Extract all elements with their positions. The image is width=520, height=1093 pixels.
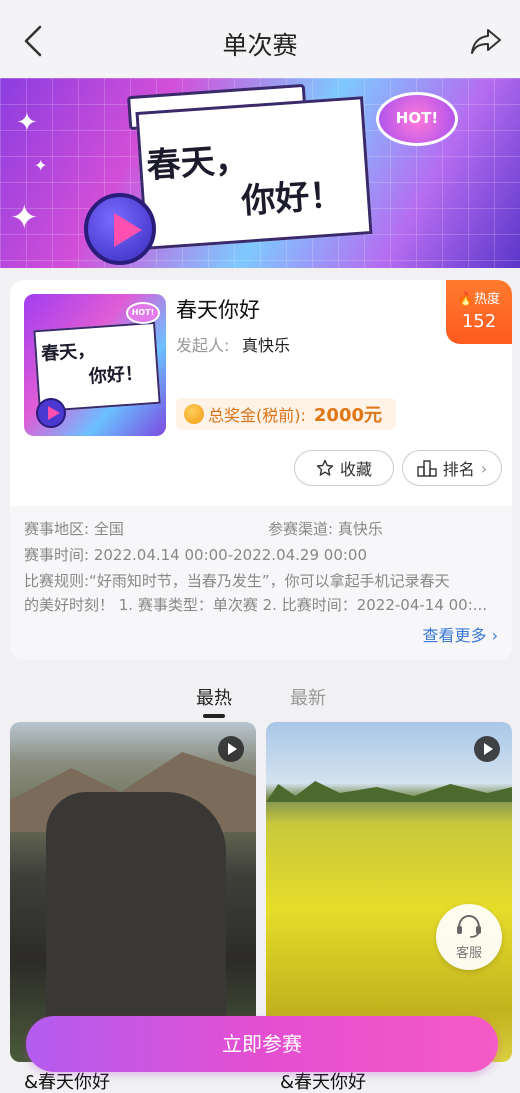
event-title: 春天你好 (176, 298, 260, 322)
thumbnail-headline: 春天， 你好！ (40, 334, 153, 394)
time-row: 赛事时间: 2022.04.14 00:00-2022.04.29 00:00 (24, 544, 367, 565)
join-now-button[interactable]: 立即参赛 (26, 1016, 498, 1072)
heat-badge: 🔥热度 152 (446, 280, 512, 344)
prize-pill: 总奖金(税前): 2000元 (176, 398, 396, 430)
hot-badge-label: HOT! (395, 109, 439, 127)
heat-label-text: 热度 (474, 292, 501, 307)
region-label: 赛事地区: (24, 520, 90, 538)
time-value: 2022.04.14 00:00-2022.04.29 00:00 (93, 546, 368, 564)
podium-icon (417, 460, 437, 477)
heat-value: 152 (461, 311, 497, 332)
share-icon[interactable] (470, 26, 502, 56)
rules-line-1: 比赛规则:“好雨知时节，当春乃发生”，你可以拿起手机记录春天 (24, 572, 450, 590)
time-label: 赛事时间: (24, 546, 90, 564)
headset-icon (457, 914, 481, 938)
channel-value: 真快乐 (337, 520, 383, 538)
feed-item[interactable] (266, 722, 512, 1062)
ranking-button[interactable]: 排名 › (402, 450, 502, 486)
event-info-card: 春天， 你好！ HOT! 春天你好 发起人: 真快乐 🔥热度 152 总奖金(税… (10, 280, 512, 660)
rock-shape (46, 792, 226, 1042)
hot-badge: HOT! (376, 92, 458, 146)
view-more-link[interactable]: 查看更多 › (422, 622, 498, 646)
heat-label: 🔥热度 (446, 280, 512, 307)
customer-service-button[interactable]: 客服 (436, 904, 502, 970)
feed-tabs: 最热 最新 (0, 680, 520, 720)
sparkle-icon: ✦ (16, 108, 38, 138)
chevron-right-icon: › (480, 458, 488, 478)
ranking-label: 排名 (442, 460, 475, 479)
tab-latest[interactable]: 最新 (290, 684, 326, 710)
customer-service-label: 客服 (455, 946, 482, 961)
channel-label: 参赛渠道: (268, 520, 334, 538)
top-bar: 单次赛 (0, 0, 520, 78)
chevron-right-icon: › (491, 626, 498, 645)
tab-hottest[interactable]: 最热 (196, 684, 232, 710)
flame-icon: 🔥 (457, 292, 475, 307)
video-play-icon (218, 736, 244, 762)
banner-headline: 春天， 你好！ (145, 131, 362, 230)
organizer-name: 真快乐 (242, 336, 291, 355)
thumbnail-hot-badge: HOT! (126, 302, 160, 324)
video-play-icon (474, 736, 500, 762)
event-banner: ✦ ✦ ✦ 春天， 你好！ HOT! (0, 78, 520, 268)
coin-icon (184, 404, 204, 424)
sparkle-icon: ✦ (34, 156, 48, 175)
play-icon (84, 193, 156, 265)
region-row: 赛事地区: 全国 (24, 518, 124, 539)
star-icon (316, 459, 334, 476)
feed-item[interactable] (10, 722, 256, 1062)
prize-label: 总奖金(税前): (208, 406, 306, 425)
play-icon (36, 398, 66, 428)
tree-line-shape (266, 781, 512, 802)
rules-line-2: 的美好时刻！ 1. 赛事类型：单次赛 2. 比赛时间：2022-04-14 00… (24, 596, 488, 614)
region-value: 全国 (93, 520, 124, 538)
organizer-label: 发起人: (176, 336, 230, 355)
event-thumbnail: 春天， 你好！ HOT! (24, 294, 166, 436)
favorite-label: 收藏 (339, 460, 372, 479)
channel-row: 参赛渠道: 真快乐 (268, 518, 383, 539)
prize-value: 2000元 (313, 405, 382, 426)
page-title: 单次赛 (222, 31, 298, 60)
active-tab-indicator (203, 714, 225, 718)
view-more-label: 查看更多 (422, 626, 487, 645)
event-details: 赛事地区: 全国 参赛渠道: 真快乐 赛事时间: 2022.04.14 00:0… (10, 506, 512, 660)
favorite-button[interactable]: 收藏 (294, 450, 394, 486)
sparkle-icon: ✦ (10, 198, 39, 238)
